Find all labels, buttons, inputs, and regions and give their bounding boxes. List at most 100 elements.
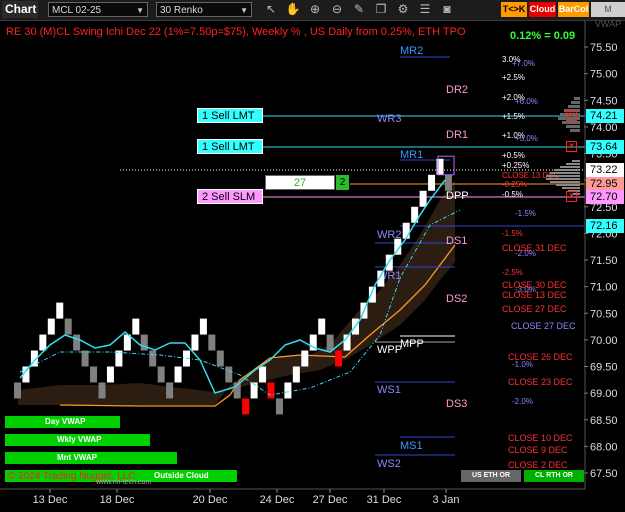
day-vwap-button[interactable]: Day VWAP [5, 416, 120, 428]
price-axis-label: 68.00 [590, 441, 618, 453]
camera-icon[interactable]: ◙ [438, 2, 456, 17]
time-axis-label: 24 Dec [260, 494, 295, 506]
pct-label: +0.5% [502, 151, 525, 160]
renko-brick [208, 334, 216, 351]
monthly-vwap-label: Mnt VWAP [57, 453, 97, 462]
renko-brick [64, 318, 72, 335]
mvwap-toggle-button[interactable]: M VWAP [591, 2, 625, 29]
ds3-label: DS3 [446, 398, 467, 410]
price-axis-label: 70.50 [590, 308, 618, 320]
price-axis-label: 74.50 [590, 95, 618, 107]
price-axis-label: 75.00 [590, 69, 618, 81]
renko-brick [275, 398, 283, 415]
chevron-down-icon: ▼ [240, 6, 248, 15]
cl-rth-or-button[interactable]: CL RTH OR [524, 470, 584, 482]
tk-toggle-button[interactable]: T<>K [501, 2, 527, 17]
renko-brick [284, 382, 292, 399]
close-label: CLOSE 31 DEC [502, 243, 567, 253]
cancel-order-3-icon[interactable]: × [566, 191, 577, 202]
cursor-icon[interactable]: ↖ [262, 2, 280, 17]
sell-limit-order-1[interactable]: 1 Sell LMT [197, 108, 263, 123]
price-axis-label: 75.50 [590, 42, 618, 54]
close-label: CLOSE 30 DEC [502, 280, 567, 290]
tpo-profile-bar [568, 105, 580, 108]
price-axis-label: 74.00 [590, 122, 618, 134]
settings-icon[interactable]: ⚙ [394, 2, 412, 17]
renko-brick [292, 366, 300, 383]
tpo-profile-bar [566, 163, 580, 165]
pct-label: +0.25% [502, 161, 529, 170]
tpo-profile-bar [550, 172, 580, 174]
price-tag-sell-1: 74.21 [586, 109, 624, 123]
hand-icon[interactable]: ✋ [284, 2, 302, 17]
cloud-status-label: Outside Cloud [154, 471, 209, 480]
tpo-profile-bar [571, 101, 580, 104]
close-label: CLOSE 27 DEC [511, 321, 576, 331]
renko-brick [242, 398, 250, 415]
mr2-label: MR2 [400, 45, 423, 57]
weekly-pct-label: -2.0% [512, 397, 533, 406]
renko-brick [73, 334, 81, 351]
weekly-vwap-button[interactable]: Wkly VWAP [5, 434, 150, 446]
tpo-profile-bar [562, 187, 580, 189]
renko-brick [81, 350, 89, 367]
pct-label: -0.25% [502, 180, 527, 189]
price-tag-stop: 72.70 [586, 190, 624, 204]
renko-brick [199, 318, 207, 335]
price-axis-label: 69.00 [590, 388, 618, 400]
dpp-label: DPP [446, 190, 469, 202]
tpo-profile-bar [560, 166, 580, 168]
price-axis-label: 69.50 [590, 362, 618, 374]
copy-icon[interactable]: ❐ [372, 2, 390, 17]
monthly-vwap-button[interactable]: Mnt VWAP [5, 452, 177, 464]
zoom-out-icon[interactable]: ⊖ [328, 2, 346, 17]
symbol-value: MCL 02-25 [52, 5, 102, 16]
close-label: CLOSE 2 DEC [508, 460, 568, 470]
mpp-label: MPP [400, 338, 424, 350]
pct-label: -1.5% [502, 229, 523, 238]
renko-brick [115, 350, 123, 367]
sell-limit-order-2[interactable]: 1 Sell LMT [197, 139, 263, 154]
tpo-profile-bar [574, 97, 580, 100]
renko-brick [191, 334, 199, 351]
time-axis-label: 3 Jan [433, 494, 460, 506]
renko-brick [174, 366, 182, 383]
renko-brick [90, 366, 98, 383]
price-axis-label: 67.50 [590, 468, 618, 480]
cancel-order-2-icon[interactable]: × [566, 141, 577, 152]
weekly-pct-label: +7.0% [512, 59, 535, 68]
tpo-profile-bar [562, 121, 580, 124]
sell-stop-order[interactable]: 2 Sell SLM [197, 189, 263, 204]
pencil-icon[interactable]: ✎ [350, 2, 368, 17]
us-eth-or-button[interactable]: US ETH OR [461, 470, 521, 482]
time-axis-label: 31 Dec [367, 494, 402, 506]
bar-type-selector[interactable]: 30 Renko ▼ [156, 2, 252, 17]
barcol-toggle-button[interactable]: BarCol [558, 2, 589, 17]
wr3-label: WR3 [377, 113, 401, 125]
cloud-toggle-button[interactable]: Cloud [529, 2, 556, 17]
price-axis-label: 70.00 [590, 335, 618, 347]
renko-brick [402, 222, 410, 239]
tpo-profile-bar [546, 175, 580, 177]
chart-title: RE 30 (M)CL Swing Ichi Dec 22 (1%=7.50p=… [6, 26, 466, 38]
renko-brick [428, 174, 436, 191]
cancel-order-1-icon[interactable]: × [566, 110, 577, 121]
pct-label: +1.5% [502, 112, 525, 121]
pct-label: -0.5% [502, 190, 523, 199]
renko-brick [14, 382, 21, 399]
tpo-profile-bar [554, 169, 580, 171]
dr1-label: DR1 [446, 129, 468, 141]
renko-brick [335, 350, 343, 367]
order-quantity-input[interactable]: 27 [265, 175, 335, 190]
quantity-stepper[interactable]: 2 [336, 175, 349, 190]
renko-brick [368, 286, 376, 303]
ws1-label: WS1 [377, 384, 401, 396]
zoom-in-icon[interactable]: ⊕ [306, 2, 324, 17]
symbol-selector[interactable]: MCL 02-25 ▼ [48, 2, 148, 17]
mr1-label: MR1 [400, 149, 423, 161]
price-tag-low: 72.16 [586, 219, 624, 233]
ms1-label: MS1 [400, 440, 423, 452]
list-icon[interactable]: ☰ [416, 2, 434, 17]
time-axis-label: 18 Dec [100, 494, 135, 506]
chart-menu-button[interactable]: Chart [2, 1, 38, 18]
